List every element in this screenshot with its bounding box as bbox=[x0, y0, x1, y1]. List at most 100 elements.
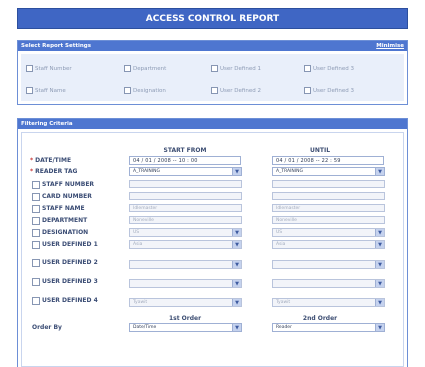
checkbox[interactable] bbox=[211, 87, 218, 94]
staff-name-until-input[interactable]: Idlemaster bbox=[272, 204, 385, 212]
user-defined-4-until-select[interactable]: Tyawit ▼ bbox=[272, 298, 385, 307]
user-defined-4-until-value: Tyawit bbox=[276, 300, 291, 305]
filter-row-staff-name[interactable]: STAFF NAME bbox=[32, 205, 120, 213]
filter-row-label: CARD NUMBER bbox=[42, 193, 92, 200]
filter-row-designation[interactable]: DESIGNATION bbox=[32, 229, 120, 237]
until-month[interactable]: 01 bbox=[288, 158, 295, 164]
filter-row-user-defined-2[interactable]: USER DEFINED 2 bbox=[32, 259, 120, 267]
until-datetime-input[interactable]: 04 / 01 / 2008 -- 22 : 59 bbox=[272, 156, 384, 165]
start-hour[interactable]: 10 bbox=[179, 158, 186, 164]
filter-title: Filtering Criteria bbox=[21, 121, 73, 127]
designation-until-value: US bbox=[276, 230, 283, 235]
reader-until-select[interactable]: A_TRAINING ▼ bbox=[272, 167, 385, 176]
chevron-down-icon[interactable]: ▼ bbox=[375, 168, 384, 175]
user-defined-3-until-select[interactable]: ▼ bbox=[272, 279, 385, 288]
filter-row-user-defined-4[interactable]: USER DEFINED 4 bbox=[32, 297, 120, 305]
date-time-label-text: DATE/TIME bbox=[35, 157, 72, 164]
checkbox[interactable] bbox=[32, 259, 40, 267]
start-year[interactable]: 2008 bbox=[157, 158, 171, 164]
chevron-down-icon[interactable]: ▼ bbox=[375, 280, 384, 287]
until-minute[interactable]: 59 bbox=[334, 158, 341, 164]
chevron-down-icon[interactable]: ▼ bbox=[375, 241, 384, 248]
checkbox[interactable] bbox=[32, 193, 40, 201]
chevron-down-icon[interactable]: ▼ bbox=[375, 229, 384, 236]
card-number-until-input[interactable] bbox=[272, 192, 385, 200]
chevron-down-icon[interactable]: ▼ bbox=[232, 280, 241, 287]
chevron-down-icon[interactable]: ▼ bbox=[232, 261, 241, 268]
checkbox[interactable] bbox=[32, 241, 40, 249]
setting-user-defined-3a[interactable]: User Defined 3 bbox=[304, 65, 354, 72]
start-datetime-input[interactable]: 04 / 01 / 2008 -- 10 : 00 bbox=[129, 156, 241, 165]
chevron-down-icon[interactable]: ▼ bbox=[375, 299, 384, 306]
staff-number-until-input[interactable] bbox=[272, 180, 385, 188]
designation-until-select[interactable]: US ▼ bbox=[272, 228, 385, 237]
filter-row-label: USER DEFINED 2 bbox=[42, 259, 98, 266]
filtering-criteria-panel: Filtering Criteria START FROM UNTIL * DA… bbox=[17, 118, 408, 367]
chevron-down-icon[interactable]: ▼ bbox=[375, 261, 384, 268]
first-order-select[interactable]: Date/Time ▼ bbox=[129, 323, 242, 332]
until-year[interactable]: 2008 bbox=[300, 158, 314, 164]
chevron-down-icon[interactable]: ▼ bbox=[232, 299, 241, 306]
checkbox[interactable] bbox=[32, 297, 40, 305]
designation-start-value: US bbox=[133, 230, 140, 235]
user-defined-2-start-select[interactable]: ▼ bbox=[129, 260, 242, 269]
order-by-label: Order By bbox=[32, 324, 62, 331]
setting-label: Designation bbox=[133, 87, 166, 94]
user-defined-1-start-select[interactable]: Asia ▼ bbox=[129, 240, 242, 249]
reader-start-select[interactable]: A_TRAINING ▼ bbox=[129, 167, 242, 176]
setting-label: Department bbox=[133, 65, 167, 72]
checkbox[interactable] bbox=[124, 65, 131, 72]
checkbox[interactable] bbox=[211, 65, 218, 72]
user-defined-2-until-select[interactable]: ▼ bbox=[272, 260, 385, 269]
checkbox[interactable] bbox=[304, 65, 311, 72]
start-month[interactable]: 01 bbox=[145, 158, 152, 164]
required-marker: * bbox=[30, 168, 34, 175]
start-minute[interactable]: 00 bbox=[191, 158, 198, 164]
filter-row-user-defined-1[interactable]: USER DEFINED 1 bbox=[32, 241, 120, 249]
chevron-down-icon[interactable]: ▼ bbox=[375, 324, 384, 331]
setting-department[interactable]: Department bbox=[124, 65, 166, 72]
filter-row-user-defined-3[interactable]: USER DEFINED 3 bbox=[32, 278, 120, 286]
filter-body: START FROM UNTIL * DATE/TIME 04 / 01 / 2… bbox=[21, 132, 404, 367]
user-defined-3-start-select[interactable]: ▼ bbox=[129, 279, 242, 288]
checkbox[interactable] bbox=[26, 65, 33, 72]
checkbox[interactable] bbox=[32, 229, 40, 237]
setting-user-defined-2[interactable]: User Defined 2 bbox=[211, 87, 261, 94]
checkbox[interactable] bbox=[32, 278, 40, 286]
filter-row-staff-number[interactable]: STAFF NUMBER bbox=[32, 181, 120, 189]
setting-label: User Defined 3 bbox=[313, 65, 354, 72]
until-day[interactable]: 04 bbox=[276, 158, 283, 164]
setting-designation[interactable]: Designation bbox=[124, 87, 166, 94]
user-defined-4-start-select[interactable]: Tyawit ▼ bbox=[129, 298, 242, 307]
chevron-down-icon[interactable]: ▼ bbox=[232, 324, 241, 331]
checkbox[interactable] bbox=[124, 87, 131, 94]
setting-user-defined-3b[interactable]: User Defined 3 bbox=[304, 87, 354, 94]
designation-start-select[interactable]: US ▼ bbox=[129, 228, 242, 237]
until-hour[interactable]: 22 bbox=[322, 158, 329, 164]
setting-staff-number[interactable]: Staff Number bbox=[26, 65, 72, 72]
checkbox[interactable] bbox=[26, 87, 33, 94]
report-title-bar: ACCESS CONTROL REPORT bbox=[17, 8, 408, 29]
setting-staff-name[interactable]: Staff Name bbox=[26, 87, 66, 94]
first-order-value: Date/Time bbox=[133, 325, 157, 330]
checkbox[interactable] bbox=[304, 87, 311, 94]
setting-user-defined-1[interactable]: User Defined 1 bbox=[211, 65, 261, 72]
chevron-down-icon[interactable]: ▼ bbox=[232, 241, 241, 248]
checkbox[interactable] bbox=[32, 205, 40, 213]
checkbox[interactable] bbox=[32, 181, 40, 189]
minimise-link[interactable]: Minimise bbox=[376, 43, 404, 49]
start-day[interactable]: 04 bbox=[133, 158, 140, 164]
second-order-select[interactable]: Reader ▼ bbox=[272, 323, 385, 332]
filter-row-department[interactable]: DEPARTMENT bbox=[32, 217, 120, 225]
chevron-down-icon[interactable]: ▼ bbox=[232, 168, 241, 175]
chevron-down-icon[interactable]: ▼ bbox=[232, 229, 241, 236]
filter-row-card-number[interactable]: CARD NUMBER bbox=[32, 193, 120, 201]
department-start-input[interactable]: Noneville bbox=[129, 216, 242, 224]
checkbox[interactable] bbox=[32, 217, 40, 225]
user-defined-1-until-select[interactable]: Asia ▼ bbox=[272, 240, 385, 249]
staff-name-start-input[interactable]: Idlemaster bbox=[129, 204, 242, 212]
card-number-start-input[interactable] bbox=[129, 192, 242, 200]
staff-number-start-input[interactable] bbox=[129, 180, 242, 188]
department-until-input[interactable]: Noneville bbox=[272, 216, 385, 224]
settings-header: Select Report Settings Minimise bbox=[18, 41, 407, 51]
